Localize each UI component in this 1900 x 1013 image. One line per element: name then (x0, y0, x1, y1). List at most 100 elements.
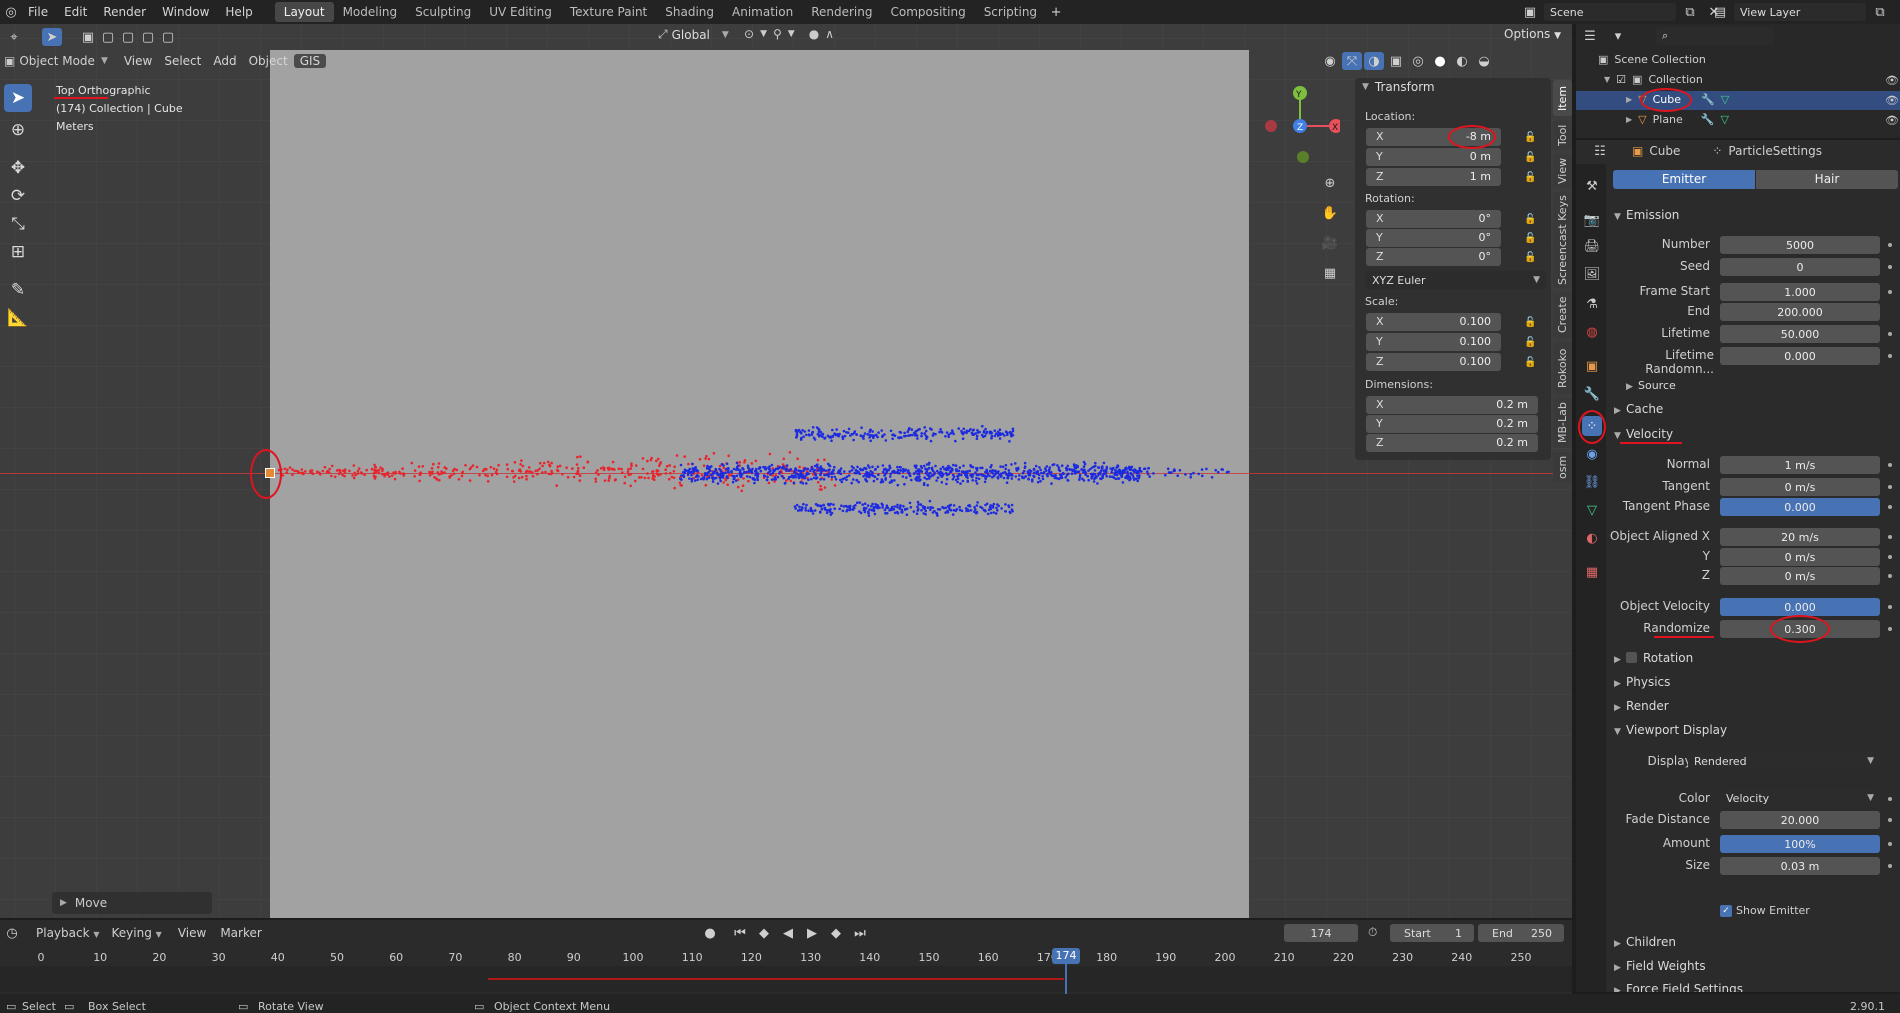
lock-icon[interactable]: 🔓 (1524, 172, 1536, 184)
play-reverse-icon[interactable]: ◀ (778, 924, 798, 942)
physics-properties-icon[interactable]: ◉ (1582, 444, 1602, 464)
ortho-grid-icon[interactable]: ▦ (1320, 258, 1340, 288)
workspace-tab-rendering[interactable]: Rendering (802, 2, 881, 22)
workspace-tab-sculpting[interactable]: Sculpting (406, 2, 480, 22)
wireframe-shading-icon[interactable]: ◎ (1408, 52, 1428, 70)
gizmo-icon[interactable]: ⤧ (1342, 52, 1362, 70)
chevron-down-icon[interactable]: ▼ (788, 29, 795, 39)
number-field[interactable]: 5000 (1720, 236, 1880, 254)
force-field-settings-section-header[interactable]: ▶ Force Field Settings (1614, 982, 1743, 992)
blender-logo-icon[interactable]: ◎ (2, 3, 20, 21)
menu-render[interactable]: Render (95, 5, 154, 19)
keyframe-dot-icon[interactable] (1888, 627, 1892, 631)
npanel-tab-osm[interactable]: osm (1553, 452, 1572, 482)
output-properties-icon[interactable]: 🖨 (1582, 236, 1602, 256)
lifetime-random-field[interactable]: 0.000 (1720, 347, 1880, 365)
chevron-down-icon[interactable]: ▼ (760, 29, 767, 39)
field-weights-section-header[interactable]: ▶ Field Weights (1614, 959, 1706, 973)
location-y-field[interactable]: Y 0 m (1366, 148, 1501, 166)
options-button[interactable]: Options ▼ (1504, 27, 1561, 41)
keyframe-dot-icon[interactable] (1888, 535, 1892, 539)
amount-field[interactable]: 100% (1720, 835, 1880, 853)
proportional-edit-icon[interactable]: ● (809, 27, 819, 41)
scale-x-field[interactable]: X 0.100 (1366, 313, 1501, 331)
source-subsection-header[interactable]: ▶ Source (1626, 379, 1676, 392)
keyframe-dot-icon[interactable] (1888, 818, 1892, 822)
timeline-editor-icon[interactable]: ◷ (2, 924, 22, 942)
move-tool-icon[interactable]: ✥ (4, 154, 32, 182)
keyframe-dot-icon[interactable] (1888, 797, 1892, 801)
modifier-properties-icon[interactable]: 🔧 (1582, 384, 1602, 404)
jump-end-icon[interactable]: ⏭ (850, 924, 870, 942)
show-emitter-checkbox[interactable]: ✓ Show Emitter (1720, 904, 1810, 917)
keyframe-dot-icon[interactable] (1888, 332, 1892, 336)
workspace-tab-shading[interactable]: Shading (656, 2, 723, 22)
seed-field[interactable]: 0 (1720, 258, 1880, 276)
rotation-mode-select[interactable]: XYZ Euler ▼ (1366, 271, 1546, 289)
viewport-display-section-header[interactable]: ▼ Viewport Display (1614, 723, 1727, 737)
keying-menu[interactable]: Keying ▼ (112, 926, 162, 940)
workspace-tab-modeling[interactable]: Modeling (334, 2, 407, 22)
measure-tool-icon[interactable]: 📐 (4, 304, 32, 332)
tangent-phase-field[interactable]: 0.000 (1720, 498, 1880, 516)
camera-view-icon[interactable]: 🎥 (1320, 228, 1340, 258)
keyframe-dot-icon[interactable] (1888, 243, 1892, 247)
xray-icon[interactable]: ▣ (1386, 52, 1406, 70)
render-properties-icon[interactable]: 📷 (1582, 210, 1602, 230)
view-layer-icon[interactable]: ▤ (1710, 3, 1730, 21)
last-operator-panel[interactable]: ▶ Move (52, 892, 212, 914)
copy-scene-icon[interactable]: ⧉ (1680, 3, 1700, 21)
select-mode-extend-icon[interactable]: ▢ (98, 28, 118, 46)
scene-icon[interactable]: ▣ (1520, 3, 1540, 21)
annotate-tool-icon[interactable]: ✎ (4, 276, 32, 304)
visibility-icon[interactable]: ◉ (1320, 52, 1340, 70)
location-z-field[interactable]: Z 1 m (1366, 168, 1501, 186)
display-as-select[interactable]: Rendered ▼ (1688, 752, 1880, 770)
scene-properties-icon[interactable]: ⚗ (1582, 294, 1602, 314)
keyframe-dot-icon[interactable] (1888, 605, 1892, 609)
keyframe-dot-icon[interactable] (1888, 485, 1892, 489)
scale-tool-icon[interactable]: ⤡ (4, 210, 32, 238)
scale-y-field[interactable]: Y 0.100 (1366, 333, 1501, 351)
checkbox-icon[interactable]: ☑ (1616, 73, 1626, 86)
rotate-tool-icon[interactable]: ⟳ (4, 182, 32, 210)
npanel-tab-tool[interactable]: Tool (1553, 120, 1572, 150)
playhead-frame-badge[interactable]: 174 (1052, 948, 1080, 964)
stopwatch-icon[interactable]: ⏱ (1368, 925, 1377, 940)
npanel-tab-mb-lab[interactable]: MB-Lab (1553, 398, 1572, 448)
outliner-item-plane[interactable]: ▶ ▽ Plane 🔧 ▽ (1626, 113, 1729, 126)
object-properties-icon[interactable]: ▣ (1582, 356, 1602, 376)
emitter-tab[interactable]: Emitter (1613, 170, 1755, 189)
keyframe-dot-icon[interactable] (1888, 842, 1892, 846)
menu-gis[interactable]: GIS (293, 54, 327, 68)
navigation-gizmo[interactable]: Y X Z (1260, 86, 1343, 166)
keyframe-dot-icon[interactable] (1888, 354, 1892, 358)
prev-keyframe-icon[interactable]: ◆ (754, 924, 774, 942)
cursor-tool-icon[interactable]: ⊕ (4, 116, 32, 144)
tool-settings-icon[interactable]: ⚒ (1582, 176, 1602, 196)
hair-tab[interactable]: Hair (1756, 170, 1898, 189)
mode-selector[interactable]: ▣ Object Mode ▼ (0, 54, 112, 68)
transform-orientation[interactable]: ⤢ Global ▼ (658, 27, 729, 42)
lock-icon[interactable]: 🔓 (1524, 317, 1536, 329)
outliner-editor-icon[interactable]: ☰ (1580, 27, 1600, 45)
keyframe-dot-icon[interactable] (1888, 555, 1892, 559)
pivot-icon[interactable]: ⊙ (744, 27, 754, 41)
timeline-view-menu[interactable]: View (178, 926, 206, 940)
pan-hand-icon[interactable]: ✋ (1320, 198, 1340, 228)
rotation-section-header[interactable]: ▶ Rotation (1614, 651, 1693, 665)
outliner-search-input[interactable]: ⌕ (1656, 27, 1774, 45)
fade-distance-field[interactable]: 20.000 (1720, 811, 1880, 829)
npanel-tab-create[interactable]: Create (1553, 292, 1572, 338)
menu-file[interactable]: File (20, 5, 56, 19)
rendered-shading-icon[interactable]: ◒ (1474, 52, 1494, 70)
lock-icon[interactable]: 🔓 (1524, 233, 1536, 245)
workspace-tab-compositing[interactable]: Compositing (881, 2, 974, 22)
delete-view-layer-icon[interactable]: ✕ (1894, 3, 1900, 21)
world-properties-icon[interactable]: ◍ (1582, 322, 1602, 342)
playback-menu[interactable]: Playback ▼ (36, 926, 100, 940)
lifetime-field[interactable]: 50.000 (1720, 325, 1880, 343)
npanel-tab-screencast-keys[interactable]: Screencast Keys (1553, 192, 1572, 288)
end-field[interactable]: 200.000 (1720, 303, 1880, 321)
emission-section-header[interactable]: ▼ Emission (1614, 208, 1679, 222)
